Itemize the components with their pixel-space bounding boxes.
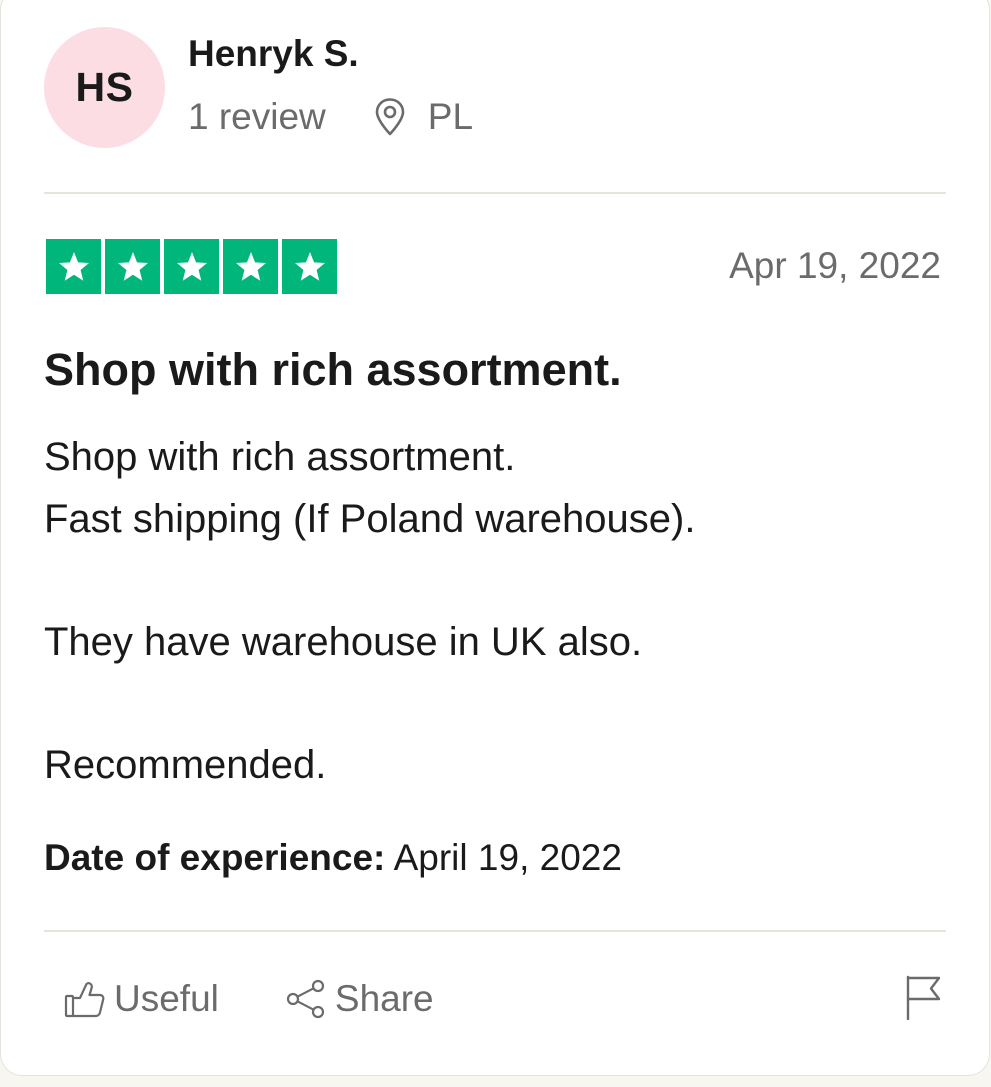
share-icon <box>285 979 327 1019</box>
experience-label: Date of experience: <box>44 837 386 878</box>
reviewer-country: PL <box>427 96 474 137</box>
review-date: Apr 19, 2022 <box>729 245 941 286</box>
useful-label: Useful <box>114 978 219 1019</box>
star-icon <box>164 239 219 294</box>
flag-icon <box>903 973 943 1026</box>
review-body-line: Fast shipping (If Poland warehouse). <box>44 496 696 541</box>
review-body-line: They have warehouse in UK also. <box>44 619 643 664</box>
date-of-experience: Date of experience: April 19, 2022 <box>44 837 622 879</box>
share-label: Share <box>334 978 434 1019</box>
experience-date: April 19, 2022 <box>393 837 622 878</box>
share-button[interactable]: Share <box>285 978 434 1020</box>
star-icon <box>223 239 278 294</box>
star-icon <box>105 239 160 294</box>
map-pin-icon <box>372 97 408 137</box>
star-icon <box>282 239 337 294</box>
review-actions: Useful Share <box>64 975 434 1023</box>
review-body-line: Recommended. <box>44 742 327 787</box>
review-card: HS Henryk S. 1 review PL Apr 19, 2022 Sh… <box>0 0 990 1076</box>
thumbs-up-icon <box>64 979 106 1019</box>
review-count: 1 review <box>188 96 326 137</box>
star-icon <box>46 239 101 294</box>
review-body-line: Shop with rich assortment. <box>44 435 516 479</box>
reviewer-name[interactable]: Henryk S. <box>188 33 359 75</box>
divider <box>44 192 946 194</box>
avatar-initials: HS <box>75 64 134 110</box>
report-button[interactable] <box>901 973 945 1025</box>
useful-button[interactable]: Useful <box>64 978 219 1020</box>
review-body: Shop with rich assortment. Fast shipping… <box>44 427 934 796</box>
reviewer-meta: 1 review PL <box>188 95 473 139</box>
review-title[interactable]: Shop with rich assortment. <box>44 344 622 396</box>
star-rating <box>46 239 337 294</box>
avatar[interactable]: HS <box>44 27 165 148</box>
divider <box>44 930 946 932</box>
